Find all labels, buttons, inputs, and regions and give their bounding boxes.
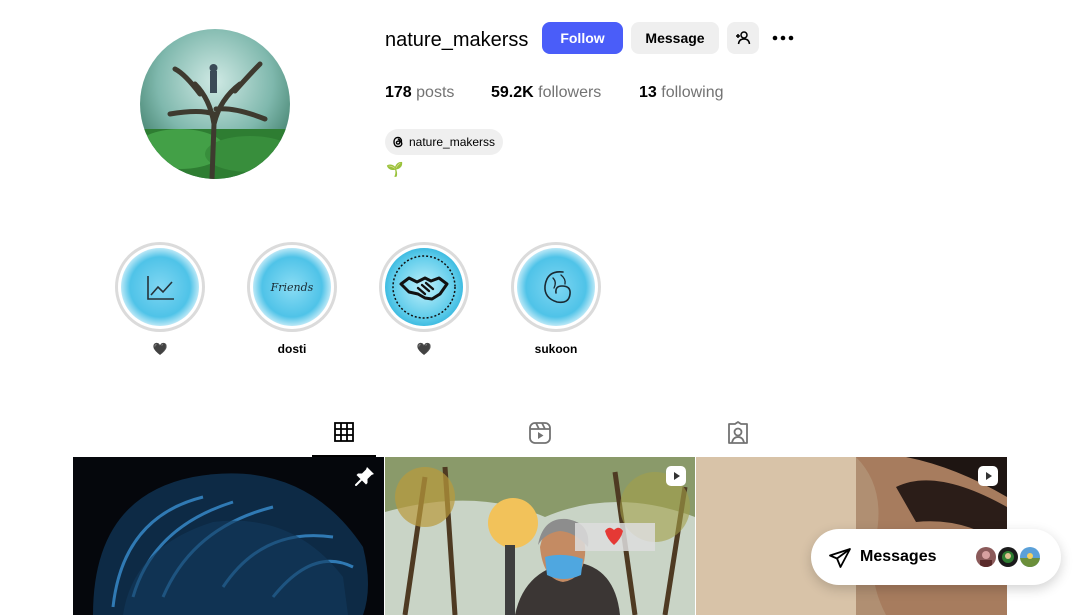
pin-icon (355, 467, 374, 486)
more-options-button[interactable] (771, 30, 795, 46)
highlight-label: dosti (277, 342, 307, 356)
story-highlight[interactable]: 🖤 (379, 242, 469, 356)
highlight-label: sukoon (534, 342, 578, 356)
friends-text-icon: Friends (253, 248, 331, 326)
tab-posts[interactable] (312, 421, 376, 457)
story-highlight[interactable]: 🖤 (115, 242, 205, 356)
post-thumbnail[interactable] (73, 457, 384, 615)
tab-reels[interactable] (508, 421, 572, 457)
avatar (974, 545, 998, 569)
post-thumbnail[interactable] (385, 457, 695, 615)
reels-icon (529, 422, 551, 444)
highlight-label: 🖤 (152, 342, 168, 356)
messages-button[interactable]: Messages (811, 529, 1061, 585)
more-icon (772, 35, 794, 41)
avatar (996, 545, 1020, 569)
followers-count-label: followers (538, 84, 602, 101)
tagged-icon (728, 421, 748, 444)
reel-icon (978, 466, 998, 486)
followers-count-value: 59.2K (491, 84, 534, 101)
following-count-label: following (661, 84, 724, 101)
follow-button[interactable]: Follow (542, 22, 623, 54)
message-button[interactable]: Message (631, 22, 719, 54)
followers-link[interactable]: 59.2K followers (491, 83, 601, 103)
messages-label: Messages (860, 548, 937, 565)
tab-tagged[interactable] (706, 421, 770, 457)
threads-handle: nature_makerss (409, 135, 496, 149)
grid-icon (334, 422, 354, 442)
following-link[interactable]: 13 following (639, 83, 724, 103)
sukoon-icon (517, 248, 595, 326)
add-person-icon (736, 31, 751, 45)
handshake-icon (385, 248, 463, 326)
posts-count-label: posts (416, 84, 455, 101)
reel-icon (666, 466, 686, 486)
posts-count: 178 posts (385, 83, 454, 103)
send-icon (829, 548, 851, 568)
story-highlight[interactable]: Friends dosti (247, 242, 337, 356)
threads-icon (393, 136, 403, 148)
following-count-value: 13 (639, 84, 657, 101)
svg-text:Friends: Friends (270, 281, 314, 294)
profile-bio: 🌱 (386, 161, 404, 177)
avatar (1018, 545, 1042, 569)
threads-link[interactable]: nature_makerss (385, 129, 504, 155)
similar-accounts-button[interactable] (727, 22, 759, 54)
profile-username: nature_makerss (385, 29, 529, 51)
chart-icon (121, 248, 199, 326)
highlight-label: 🖤 (416, 342, 432, 356)
story-highlight[interactable]: sukoon (511, 242, 601, 356)
profile-avatar[interactable] (140, 29, 290, 179)
posts-count-value: 178 (385, 84, 412, 101)
